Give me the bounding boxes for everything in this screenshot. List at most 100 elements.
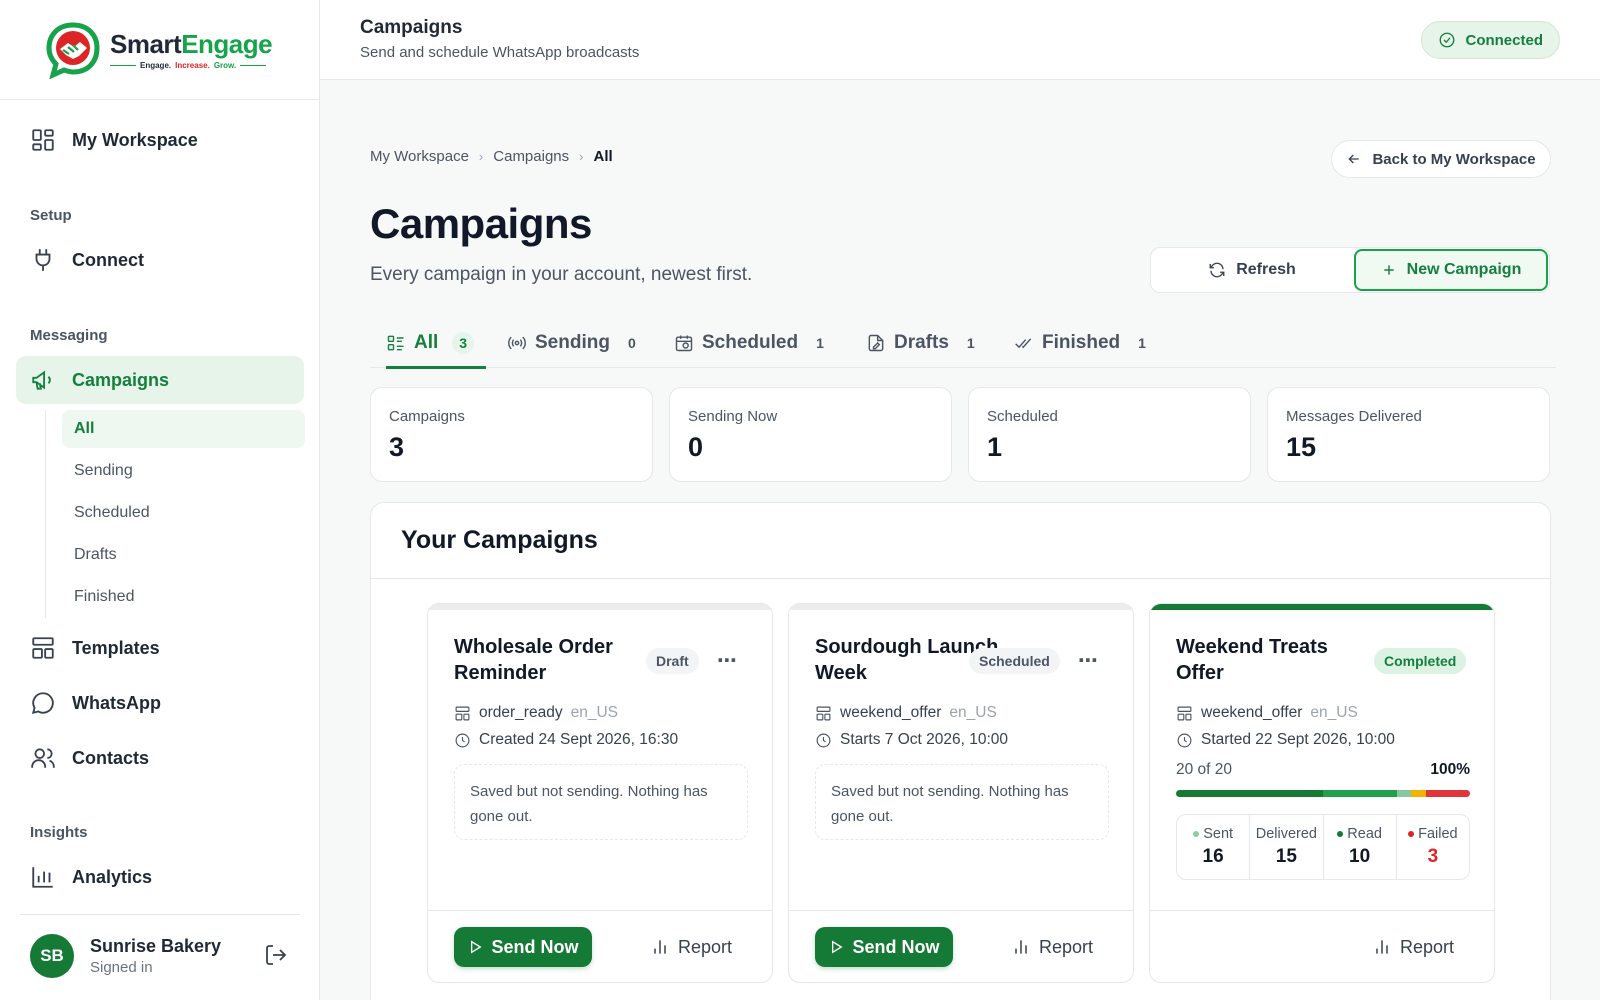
tab-finished[interactable]: Finished 1 (1014, 318, 1146, 368)
card-actions: Report (1150, 910, 1494, 982)
megaphone-icon (32, 370, 51, 390)
top-header: Campaigns Send and schedule WhatsApp bro… (320, 0, 1600, 80)
connection-status-label: Connected (1465, 31, 1543, 49)
double-check-icon (1015, 338, 1032, 349)
time-meta: Created 24 Sept 2026, 16:30 (454, 731, 678, 749)
plus-icon (1383, 265, 1394, 275)
delivery-bar-segment (1411, 790, 1426, 797)
campaign-card-draft: Wholesale Order Reminder Draft ⋯ order_r… (427, 603, 773, 983)
subnav-scheduled[interactable]: Scheduled (62, 494, 305, 532)
nav-contacts[interactable]: Contacts (16, 734, 304, 782)
metric-label: Failed (1418, 826, 1458, 842)
stat-label: Campaigns (389, 408, 465, 425)
refresh-button[interactable]: Refresh (1151, 248, 1353, 292)
brand-name-part2: Engage (181, 29, 273, 59)
card-actions: Send Now Report (789, 910, 1133, 982)
metric-value: 16 (1202, 846, 1224, 867)
more-options-icon[interactable]: ⋯ (1078, 648, 1099, 673)
report-button[interactable]: Report (1011, 927, 1093, 967)
template-locale: en_US (949, 704, 997, 721)
read-dot (1337, 831, 1344, 837)
nav-connect[interactable]: Connect (16, 236, 304, 284)
breadcrumb-workspace[interactable]: My Workspace (370, 148, 469, 165)
breadcrumb-current: All (593, 148, 613, 165)
page-title: Campaigns (370, 200, 592, 247)
user-profile: SB Sunrise Bakery Signed in (30, 934, 290, 978)
back-button-label: Back to My Workspace (1372, 150, 1536, 168)
template-meta: order_ready en_US (454, 704, 618, 722)
new-campaign-label: New Campaign (1406, 261, 1522, 278)
back-to-workspace-button[interactable]: Back to My Workspace (1331, 140, 1551, 178)
template-locale: en_US (1310, 704, 1358, 721)
breadcrumb-campaigns[interactable]: Campaigns (493, 148, 569, 165)
page-subtitle: Every campaign in your account, newest f… (370, 264, 753, 285)
template-locale: en_US (570, 704, 618, 721)
stat-label: Messages Delivered (1286, 408, 1422, 425)
clock-icon (816, 733, 831, 747)
chevron-right-icon: › (478, 149, 484, 164)
nav-whatsapp-label: WhatsApp (72, 692, 161, 713)
tab-all[interactable]: All 3 (386, 318, 486, 369)
tab-scheduled[interactable]: Scheduled 1 (674, 318, 824, 368)
template-name: weekend_offer (1201, 704, 1303, 721)
logout-button[interactable] (264, 943, 290, 969)
nav-templates-label: Templates (72, 637, 160, 658)
report-button[interactable]: Report (1372, 927, 1454, 967)
sidebar: SmartEngage Engage. Increase. Grow. My Wor… (0, 0, 320, 1000)
nav-campaigns[interactable]: Campaigns (16, 356, 304, 404)
brand-logo[interactable]: SmartEngage Engage. Increase. Grow. (0, 0, 319, 100)
logout-icon (266, 945, 287, 965)
campaign-card-completed: Weekend Treats Offer Completed weekend_o… (1149, 603, 1495, 983)
stat-value: 3 (389, 432, 405, 462)
brand-tag-1: Engage. (140, 61, 172, 70)
template-meta: weekend_offer en_US (1176, 704, 1358, 722)
scheduled-note: Saved but not sending. Nothing has gone … (815, 764, 1109, 840)
progress-percent: 100% (1430, 761, 1470, 778)
draft-note: Saved but not sending. Nothing has gone … (454, 764, 748, 840)
new-campaign-button[interactable]: New Campaign (1354, 249, 1548, 291)
subnav-finished[interactable]: Finished (62, 578, 305, 616)
stat-value: 1 (987, 432, 1003, 462)
send-now-button[interactable]: Send Now (815, 927, 953, 967)
nav-whatsapp[interactable]: WhatsApp (16, 679, 304, 727)
chat-bubble-icon (31, 692, 54, 715)
bar-chart-icon (654, 940, 666, 954)
more-options-icon[interactable]: ⋯ (717, 648, 738, 673)
status-badge: Draft (646, 648, 699, 674)
nav-connect-label: Connect (72, 249, 144, 270)
tab-all-label: All (414, 332, 439, 353)
tab-drafts-label: Drafts (894, 332, 949, 353)
subnav-sending[interactable]: Sending (62, 452, 305, 490)
delivery-bar-segment (1323, 790, 1397, 797)
subnav-all[interactable]: All (62, 410, 305, 448)
broadcast-icon (508, 336, 526, 350)
metric-sent: Sent 16 (1177, 815, 1251, 879)
user-status: Signed in (90, 959, 153, 976)
nav-analytics[interactable]: Analytics (16, 853, 304, 901)
avatar[interactable]: SB (30, 934, 74, 978)
nav-templates[interactable]: Templates (16, 624, 304, 672)
subnav-drafts[interactable]: Drafts (62, 536, 305, 574)
plug-icon (35, 249, 51, 271)
send-now-button[interactable]: Send Now (454, 927, 592, 967)
campaign-time: Starts 7 Oct 2026, 10:00 (840, 731, 1009, 748)
template-meta: weekend_offer en_US (815, 704, 997, 722)
report-button[interactable]: Report (650, 927, 732, 967)
breadcrumb: My Workspace › Campaigns › All (370, 148, 613, 165)
sidebar-divider (20, 914, 300, 915)
delivery-bar-segment (1176, 790, 1323, 797)
bar-chart-icon (1015, 940, 1027, 954)
status-badge: Scheduled (969, 648, 1060, 674)
status-tabs: All 3 Sending 0 Scheduled 1 Drafts 1 Fin… (370, 318, 1556, 369)
template-icon (1177, 706, 1192, 720)
tab-finished-label: Finished (1042, 332, 1121, 353)
campaign-card-scheduled: Sourdough Launch Week Scheduled ⋯ weeken… (788, 603, 1134, 983)
metric-value: 15 (1275, 846, 1297, 867)
tab-drafts[interactable]: Drafts 1 (866, 318, 975, 368)
nav-my-workspace[interactable]: My Workspace (16, 116, 304, 164)
bar-chart-icon (32, 867, 53, 888)
tab-sending[interactable]: Sending 0 (507, 318, 636, 368)
tab-finished-count: 1 (1138, 335, 1146, 351)
play-icon (471, 940, 483, 954)
delivery-metrics: Sent 16 Delivered 15 Read 10 Failed 3 (1176, 814, 1470, 880)
